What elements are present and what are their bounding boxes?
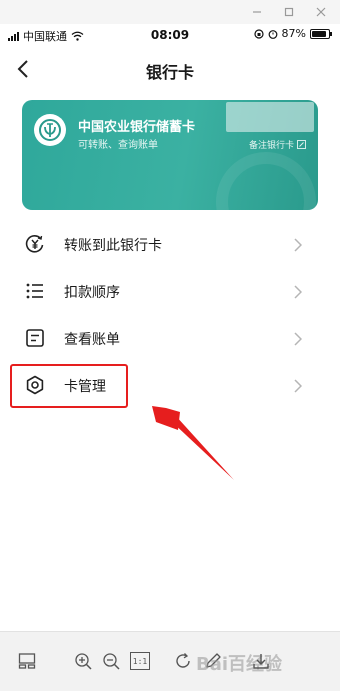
rotate-icon[interactable]: [172, 650, 194, 672]
battery-percent: 87%: [281, 27, 306, 40]
menu-item-transfer[interactable]: 转账到此银行卡: [0, 222, 340, 268]
status-bar: 中国联通 08:09 87%: [0, 24, 340, 46]
zoom-in-icon[interactable]: [72, 650, 94, 672]
menu-label-view-bill: 查看账单: [64, 332, 120, 348]
menu-item-deduction-order[interactable]: 扣款顺序: [0, 269, 340, 315]
actual-size-icon[interactable]: 1:1: [130, 652, 150, 670]
actual-size-label: 1:1: [132, 656, 148, 666]
viewer-toolbar: 1:1 Bai百经验: [0, 631, 340, 691]
nav-bar: 银行卡: [0, 46, 340, 92]
download-icon[interactable]: [250, 650, 272, 672]
card-subtitle: 可转账、查询账单: [78, 140, 158, 151]
phone-screen: 中国联通 08:09 87% 银行卡 中国农业银行储蓄卡 可转账、查询账单 备注…: [0, 24, 340, 631]
layout-icon[interactable]: [16, 650, 38, 672]
remark-card-button[interactable]: 备注银行卡: [249, 138, 306, 151]
transfer-yen-icon: [24, 233, 46, 255]
list-icon: [24, 280, 46, 302]
abc-bank-logo-icon: [34, 114, 66, 146]
maximize-icon[interactable]: [280, 3, 298, 21]
bank-card[interactable]: 中国农业银行储蓄卡 可转账、查询账单 备注银行卡: [22, 100, 318, 210]
annotation-arrow-icon: [152, 406, 234, 480]
card-bank-name: 中国农业银行储蓄卡: [78, 120, 196, 135]
close-icon[interactable]: [312, 3, 330, 21]
zoom-out-icon[interactable]: [100, 650, 122, 672]
chevron-right-icon: [292, 283, 304, 301]
battery-icon: [310, 28, 332, 39]
menu-item-view-bill[interactable]: 查看账单: [0, 316, 340, 362]
menu-label-deduction-order: 扣款顺序: [64, 285, 120, 301]
chevron-right-icon: [292, 377, 304, 395]
chevron-right-icon: [292, 236, 304, 254]
card-number-mask: [226, 102, 314, 132]
chevron-right-icon: [292, 330, 304, 348]
edit-small-icon: [297, 140, 306, 149]
annotation-highlight-box: [10, 364, 128, 408]
bill-icon: [24, 327, 46, 349]
menu-label-transfer: 转账到此银行卡: [64, 238, 162, 254]
lock-rotation-icon: [253, 28, 264, 39]
page-title: 银行卡: [145, 63, 194, 82]
remark-card-label: 备注银行卡: [248, 141, 294, 151]
alarm-icon: [268, 29, 277, 39]
viewer-window-bar: [0, 0, 340, 24]
card-watermark-logo: [216, 152, 316, 210]
minimize-icon[interactable]: [248, 3, 266, 21]
